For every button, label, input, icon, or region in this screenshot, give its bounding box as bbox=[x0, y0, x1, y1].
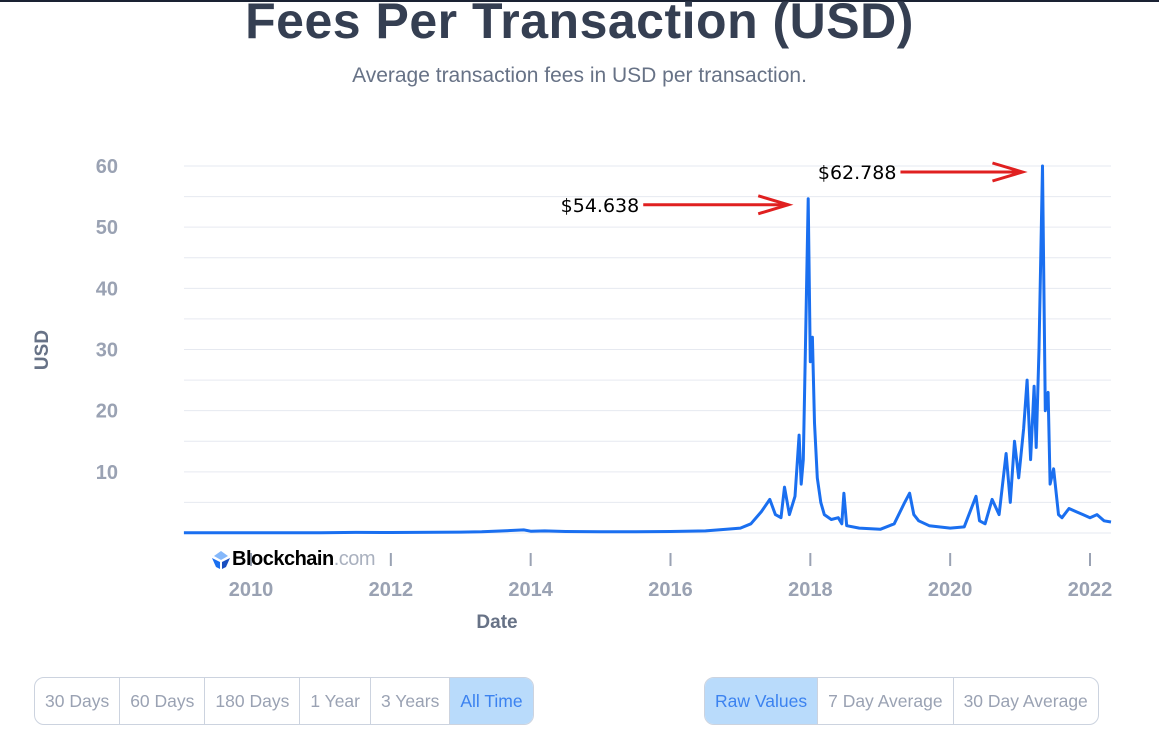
annotation-label: $62.788 bbox=[818, 162, 897, 184]
y-tick-label: 50 bbox=[96, 217, 118, 239]
logo-name: Blockchain bbox=[232, 548, 334, 570]
raw-values-button[interactable]: Raw Values bbox=[705, 678, 819, 724]
range-3-years-button[interactable]: 3 Years bbox=[371, 678, 451, 724]
range-180-days-button[interactable]: 180 Days bbox=[205, 678, 301, 724]
x-tick-label: 2018 bbox=[788, 579, 833, 601]
smoothing-selector: Raw Values 7 Day Average 30 Day Average bbox=[704, 677, 1099, 725]
y-axis-ticks: 10 20 30 40 50 60 bbox=[96, 156, 118, 484]
blockchain-logo: Blockchain .com bbox=[210, 548, 376, 571]
y-tick-label: 30 bbox=[96, 340, 118, 362]
y-tick-label: 60 bbox=[96, 156, 118, 178]
y-tick-label: 10 bbox=[96, 462, 118, 484]
x-tick-label: 2022 bbox=[1068, 579, 1113, 601]
time-range-selector: 30 Days 60 Days 180 Days 1 Year 3 Years … bbox=[34, 677, 534, 725]
x-tick-label: 2012 bbox=[369, 579, 414, 601]
blockchain-cube-icon bbox=[212, 550, 230, 569]
y-axis-label: USD bbox=[32, 330, 53, 370]
30-day-average-button[interactable]: 30 Day Average bbox=[954, 678, 1098, 724]
x-tick-label: 2020 bbox=[928, 579, 973, 601]
range-60-days-button[interactable]: 60 Days bbox=[120, 678, 206, 724]
logo-suffix: .com bbox=[333, 548, 376, 570]
line-chart: 10 20 30 40 50 60 2010 2012 2014 2016 2018 2020 202… bbox=[32, 156, 1113, 633]
range-30-days-button[interactable]: 30 Days bbox=[35, 678, 121, 724]
x-tick-label: 2010 bbox=[229, 579, 274, 601]
annotations: $54.638 $62.788 bbox=[561, 161, 1028, 217]
y-tick-label: 40 bbox=[96, 278, 118, 300]
range-all-time-button[interactable]: All Time bbox=[450, 678, 533, 724]
annotation-label: $54.638 bbox=[561, 195, 640, 217]
x-tick-label: 2014 bbox=[508, 579, 553, 601]
x-tick-label: 2016 bbox=[648, 579, 693, 601]
7-day-average-button[interactable]: 7 Day Average bbox=[818, 678, 954, 724]
grid-lines bbox=[184, 165, 1111, 534]
range-1-year-button[interactable]: 1 Year bbox=[300, 678, 371, 724]
y-tick-label: 20 bbox=[96, 401, 118, 423]
x-axis-label: Date bbox=[476, 612, 517, 633]
